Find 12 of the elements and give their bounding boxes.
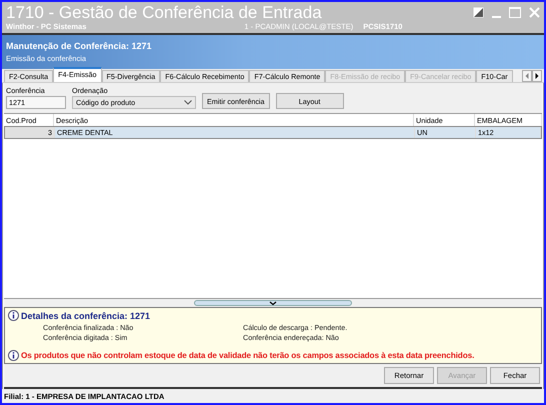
splitter-handle-icon[interactable] bbox=[194, 300, 352, 306]
window-title: 1710 - Gestão de Conferência de Entrada bbox=[6, 2, 323, 22]
maximize-icon[interactable] bbox=[509, 7, 521, 18]
info-icon bbox=[8, 310, 19, 321]
chevron-down-icon bbox=[184, 100, 192, 105]
warning-text: Os produtos que não controlam estoque de data de validade não terão os campos associados à esta data preenchidos. bbox=[21, 351, 474, 360]
restore-icon[interactable] bbox=[473, 7, 484, 18]
details-title: Detalhes da conferência: 1271 bbox=[21, 310, 150, 320]
close-icon[interactable] bbox=[529, 7, 540, 18]
info-icon bbox=[8, 350, 19, 361]
scroll-right-icon[interactable] bbox=[532, 70, 542, 82]
header-title: Manutenção de Conferência: 1271 bbox=[6, 41, 153, 51]
